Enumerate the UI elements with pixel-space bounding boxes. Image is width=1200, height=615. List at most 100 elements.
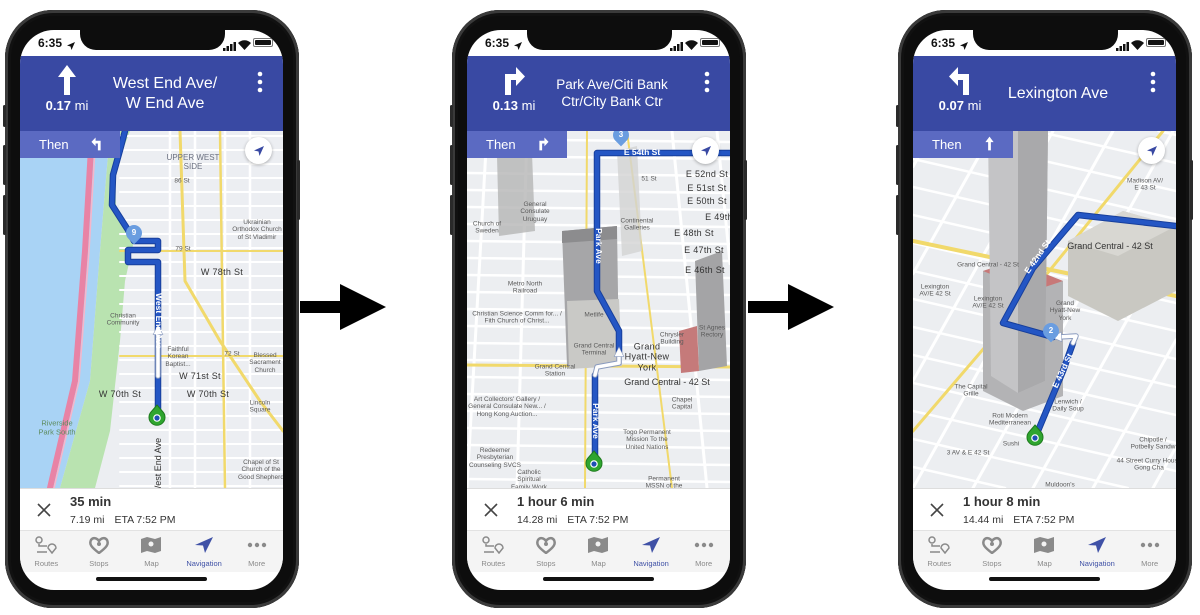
bottom-tab-bar: Routes Stops Map Navigation More	[467, 530, 730, 572]
phone-side-button	[450, 195, 453, 235]
turn-right-icon	[516, 136, 549, 154]
tab-routes[interactable]: Routes	[467, 531, 520, 572]
waypoint-number: 3	[618, 131, 624, 139]
tab-stops[interactable]: Stops	[966, 531, 1019, 572]
tab-routes[interactable]: Routes	[20, 531, 73, 572]
home-indicator[interactable]	[543, 577, 654, 581]
tab-navigation[interactable]: Navigation	[1071, 531, 1124, 572]
tab-label: Navigation	[1079, 559, 1115, 568]
phone-screen: 6:35 0.17 mi West End Ave/ W End Ave UPPER …	[20, 30, 283, 590]
tab-label: More	[1141, 559, 1159, 568]
map-icon	[586, 536, 610, 559]
phone-frame: 6:35 0.07 mi Lexington Ave Madison AV/ E 43…	[896, 10, 1193, 608]
close-navigation-icon[interactable]	[483, 502, 499, 523]
tab-more[interactable]: More	[230, 531, 283, 572]
trip-distance: 14.44 mi	[963, 514, 1004, 526]
more-options-icon[interactable]	[1146, 70, 1160, 94]
tab-navigation[interactable]: Navigation	[625, 531, 678, 572]
signal-icon	[223, 38, 237, 56]
map-view[interactable]: Madison AV/ E 43 St Grand Central - 42 St…	[913, 131, 1176, 488]
tab-label: Stops	[536, 559, 556, 568]
grand-central-terminal	[567, 299, 622, 369]
then-label: Then	[932, 137, 962, 152]
map-canvas	[20, 131, 283, 488]
trip-details: 7.19 mi ETA 7:52 PM	[70, 514, 176, 526]
tab-map[interactable]: Map	[572, 531, 625, 572]
straight-arrow-icon	[962, 136, 995, 154]
phone-side-button	[744, 160, 747, 220]
trip-duration: 35 min	[70, 494, 112, 509]
routes-icon	[481, 536, 505, 559]
map-icon	[1032, 536, 1056, 559]
map-view[interactable]: E 54th St E 52nd St E 51st St E 50th St E 49…	[467, 131, 730, 488]
recenter-location-button[interactable]	[245, 137, 272, 164]
tab-more[interactable]: More	[1123, 531, 1176, 572]
stops-icon	[534, 536, 558, 559]
maneuver-street-name: Park Ave/Citi Bank Ctr/City Bank Ctr	[556, 77, 668, 109]
tab-label: Map	[591, 559, 606, 568]
notch	[527, 30, 672, 50]
close-navigation-icon[interactable]	[929, 502, 945, 523]
then-next-maneuver: Then	[467, 131, 567, 158]
phone-side-button	[896, 145, 899, 185]
waypoint-marker[interactable]: 9	[122, 221, 146, 245]
more-options-icon[interactable]	[700, 70, 714, 94]
phone-side-button	[896, 195, 899, 235]
trip-duration: 1 hour 6 min	[517, 494, 595, 509]
tab-label: Routes	[927, 559, 952, 568]
navigation-icon	[1085, 536, 1109, 559]
waypoint-number: 9	[131, 228, 137, 237]
distance-unit: mi	[967, 98, 982, 113]
notch	[80, 30, 225, 50]
phone-screen: 6:35 0.07 mi Lexington Ave Madison AV/ E 43…	[913, 30, 1176, 590]
routes-icon	[34, 536, 58, 559]
close-navigation-icon[interactable]	[36, 502, 52, 523]
location-arrow-icon	[514, 37, 522, 55]
tab-label: Map	[144, 559, 159, 568]
wifi-icon	[238, 37, 251, 55]
map-view[interactable]: UPPER WEST SIDE 86 St Ukrainian Orthodox C…	[20, 131, 283, 488]
tab-more[interactable]: More	[677, 531, 730, 572]
tab-navigation[interactable]: Navigation	[178, 531, 231, 572]
trip-summary-card: 35 min 7.19 mi ETA 7:52 PM	[20, 488, 283, 530]
flow-arrow-icon	[748, 282, 834, 337]
trip-duration: 1 hour 8 min	[963, 494, 1041, 509]
signal-icon	[670, 38, 684, 56]
maneuver-street-name: West End Ave/ W End Ave	[112, 75, 218, 112]
tab-routes[interactable]: Routes	[913, 531, 966, 572]
distance-value: 0.07	[938, 98, 964, 113]
more-icon	[692, 536, 716, 559]
more-options-icon[interactable]	[253, 70, 267, 94]
then-label: Then	[486, 137, 516, 152]
location-arrow-icon	[1146, 145, 1157, 156]
bottom-tab-bar: Routes Stops Map Navigation More	[20, 530, 283, 572]
recenter-location-button[interactable]	[692, 137, 719, 164]
phone-side-button	[450, 145, 453, 185]
tab-label: Navigation	[186, 559, 222, 568]
location-arrow-icon	[960, 37, 968, 55]
location-arrow-icon	[67, 37, 75, 55]
trip-eta: ETA 7:52 PM	[567, 514, 629, 526]
phone-side-button	[1190, 160, 1193, 220]
phone-frame: 6:35 0.13 mi Park Ave/Citi Bank Ctr/City B…	[450, 10, 747, 608]
more-icon	[245, 536, 269, 559]
home-indicator[interactable]	[989, 577, 1100, 581]
status-time: 6:35	[485, 36, 510, 50]
distance-value: 0.13	[492, 98, 518, 113]
recenter-location-button[interactable]	[1138, 137, 1165, 164]
tab-map[interactable]: Map	[125, 531, 178, 572]
home-indicator[interactable]	[96, 577, 207, 581]
tab-map[interactable]: Map	[1018, 531, 1071, 572]
navigation-icon	[639, 536, 663, 559]
trip-details: 14.44 mi ETA 7:52 PM	[963, 514, 1074, 526]
turn-left-icon	[948, 64, 972, 96]
phone-side-button	[3, 145, 6, 185]
trip-eta: ETA 7:52 PM	[1013, 514, 1075, 526]
tab-stops[interactable]: Stops	[520, 531, 573, 572]
status-time: 6:35	[38, 36, 63, 50]
tab-stops[interactable]: Stops	[73, 531, 126, 572]
then-next-maneuver: Then	[913, 131, 1013, 158]
map-icon	[139, 536, 163, 559]
waypoint-marker[interactable]: 2	[1039, 319, 1063, 343]
chrysler-building	[695, 251, 727, 371]
